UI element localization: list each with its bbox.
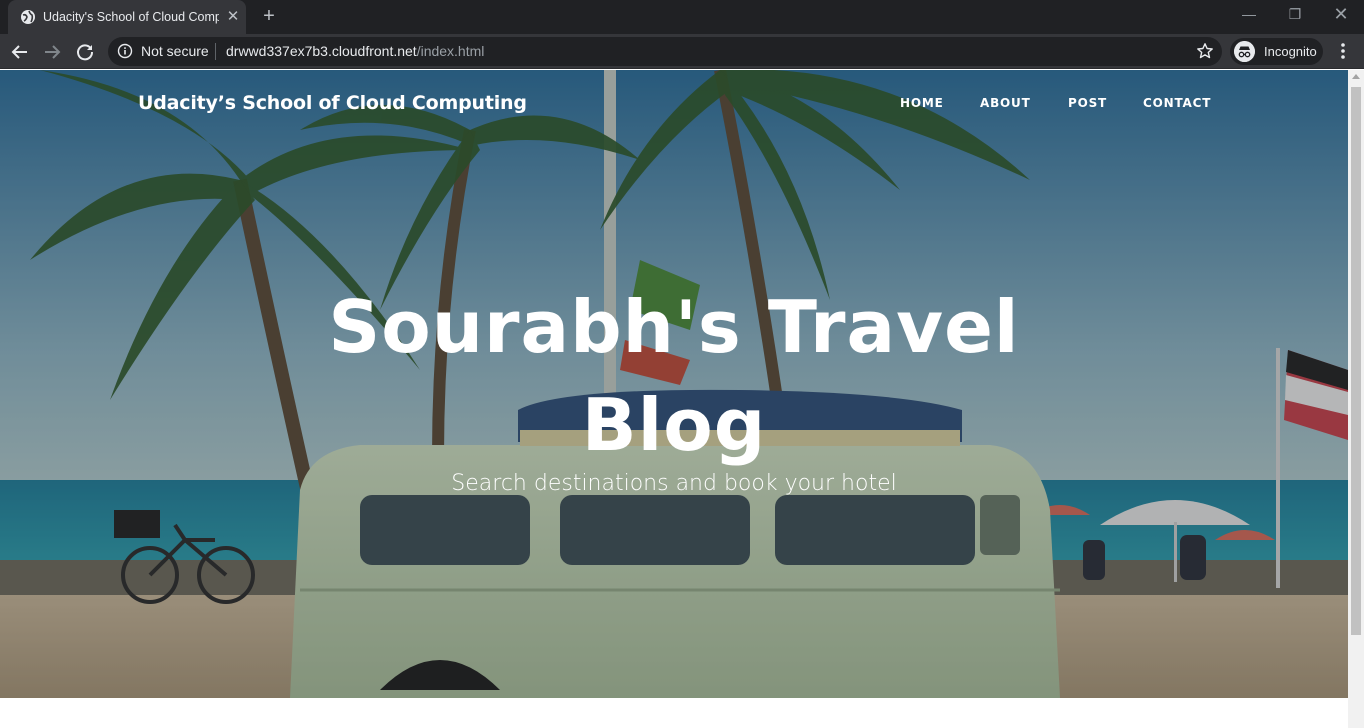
info-icon[interactable] — [117, 43, 133, 59]
url-host: drwwd337ex7b3.cloudfront.net — [226, 43, 417, 59]
scrollbar-thumb[interactable] — [1351, 87, 1361, 635]
nav-home[interactable]: HOME — [900, 95, 944, 111]
incognito-indicator[interactable]: Incognito — [1230, 38, 1323, 65]
hero-heading: Sourabh's Travel Blog — [328, 285, 1020, 467]
nav-contact[interactable]: CONTACT — [1143, 95, 1211, 111]
close-icon[interactable]: ✕ — [224, 8, 242, 26]
page-scrollbar[interactable] — [1348, 70, 1364, 728]
forward-arrow-icon[interactable] — [38, 38, 66, 66]
omnibox-divider — [215, 43, 216, 60]
browser-tab[interactable]: Udacity's School of Cloud Computing ✕ — [8, 0, 246, 34]
hero-header: Udacity’s School of Cloud Computing HOME… — [0, 70, 1348, 698]
security-label: Not secure — [141, 43, 209, 59]
kebab-menu-icon[interactable] — [1334, 40, 1352, 62]
hero-subheading: Search destinations and book your hotel — [451, 471, 897, 496]
incognito-icon — [1234, 41, 1255, 62]
window-close-button[interactable]: ✕ — [1318, 0, 1364, 30]
url-path: /index.html — [416, 43, 485, 59]
star-icon[interactable] — [1196, 42, 1214, 60]
browser-toolbar: Not secure drwwd337ex7b3.cloudfront.net/… — [0, 34, 1364, 69]
globe-icon — [21, 10, 35, 24]
url-text[interactable]: drwwd337ex7b3.cloudfront.net/index.html — [226, 43, 484, 60]
reload-icon[interactable] — [71, 38, 99, 66]
back-arrow-icon[interactable] — [6, 38, 34, 66]
site-brand[interactable]: Udacity’s School of Cloud Computing — [138, 91, 527, 115]
new-tab-button[interactable]: + — [257, 5, 281, 29]
nav-about[interactable]: ABOUT — [980, 95, 1031, 111]
restore-button[interactable]: ❐ — [1272, 0, 1318, 30]
tab-strip: Udacity's School of Cloud Computing ✕ + … — [0, 0, 1364, 34]
minimize-button[interactable]: — — [1226, 0, 1272, 30]
address-bar[interactable]: Not secure drwwd337ex7b3.cloudfront.net/… — [108, 37, 1222, 66]
scroll-up-arrow-icon[interactable] — [1352, 74, 1360, 79]
incognito-label: Incognito — [1264, 44, 1317, 59]
tab-title: Udacity's School of Cloud Computing — [43, 10, 219, 24]
nav-post[interactable]: POST — [1068, 95, 1107, 111]
page-viewport: Udacity’s School of Cloud Computing HOME… — [0, 70, 1348, 728]
